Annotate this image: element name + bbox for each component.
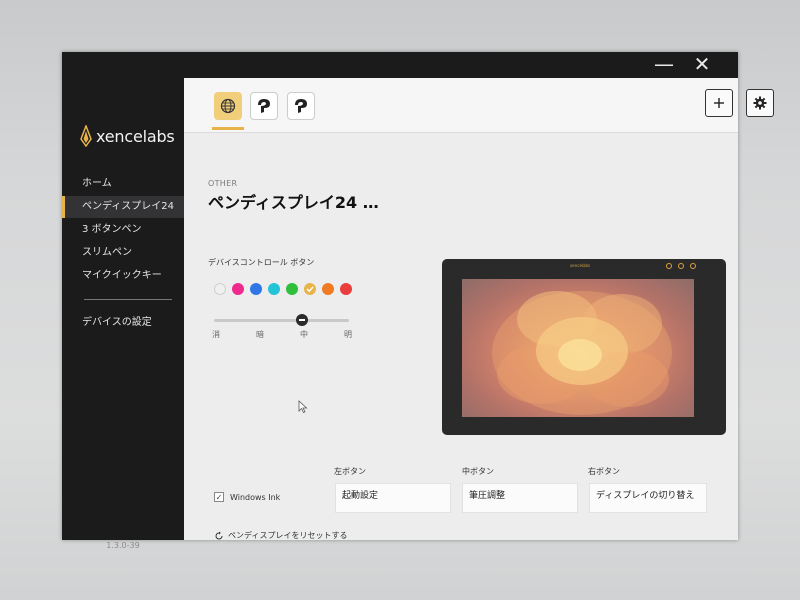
title-bar: — ✕ [62, 52, 738, 78]
app-tab-clip-studio-2[interactable] [287, 92, 315, 120]
pen-display-preview: xencelabs [442, 259, 726, 435]
left-button-label: 左ボタン [334, 467, 366, 476]
clip-studio-icon [295, 99, 307, 113]
middle-button-label: 中ボタン [462, 467, 494, 476]
sidebar-divider [84, 299, 172, 300]
windows-ink-label: Windows Ink [230, 493, 281, 502]
active-tab-indicator [212, 127, 244, 130]
app-window: — ✕ xencelabs ホーム ペンディスプレイ24 3 ボタンペン スリム… [62, 52, 774, 550]
reset-label: ペンディスプレイをリセットする [228, 531, 348, 540]
close-button[interactable]: ✕ [684, 52, 720, 78]
sidebar-item-slim-pen[interactable]: スリムペン [62, 242, 184, 264]
brightness-label-off: 消 [212, 330, 220, 339]
sidebar: xencelabs ホーム ペンディスプレイ24 3 ボタンペン スリムペン マ… [62, 78, 184, 550]
brightness-label-dim: 暗 [256, 330, 264, 339]
page-title: ペンディスプレイ24 … [208, 193, 379, 212]
color-swatch-white[interactable] [214, 283, 226, 295]
color-swatch-magenta[interactable] [232, 283, 244, 295]
sidebar-item-quick-keys[interactable]: マイクイックキー [62, 265, 184, 287]
color-swatch-cyan[interactable] [268, 283, 280, 295]
color-swatch-blue[interactable] [250, 283, 262, 295]
globe-icon [220, 98, 236, 114]
settings-button[interactable] [746, 89, 774, 117]
reset-icon [215, 531, 223, 539]
right-button-label: 右ボタン [588, 467, 620, 476]
tablet-button-left[interactable] [666, 263, 672, 269]
sidebar-item-pen-display-24[interactable]: ペンディスプレイ24 [62, 196, 184, 218]
mouse-cursor-icon [298, 400, 308, 414]
reset-pen-display-link[interactable]: ペンディスプレイをリセットする [214, 530, 347, 541]
tablet-button-right[interactable] [690, 263, 696, 269]
breadcrumb: OTHER [208, 179, 238, 188]
brightness-slider-thumb[interactable] [296, 314, 308, 326]
main-content: OTHER ペンディスプレイ24 … デバイスコントロール ボタン 消 暗 中 … [184, 78, 774, 541]
color-swatch-green[interactable] [286, 283, 298, 295]
tablet-brand-label: xencelabs [570, 263, 591, 268]
right-button-setting[interactable]: ディスプレイの切り替え [589, 483, 707, 513]
clip-studio-icon [258, 99, 270, 113]
add-app-button[interactable] [705, 89, 733, 117]
windows-ink-checkbox[interactable]: ✓ [214, 492, 224, 502]
minimize-button[interactable]: — [646, 52, 682, 78]
logo: xencelabs [80, 122, 175, 150]
app-tab-clip-studio-1[interactable] [250, 92, 278, 120]
checkmark-icon [306, 286, 314, 293]
logo-text: xencelabs [96, 126, 175, 146]
sidebar-item-home[interactable]: ホーム [62, 173, 184, 195]
tablet-screen-wallpaper [462, 279, 694, 417]
tablet-button-middle[interactable] [678, 263, 684, 269]
version-label: 1.3.0-39 [106, 541, 140, 550]
gear-icon [753, 96, 767, 110]
brightness-label-bright: 明 [344, 330, 352, 339]
flower-image [492, 291, 672, 415]
plus-icon [714, 98, 724, 108]
color-swatch-red[interactable] [340, 283, 352, 295]
app-toolbar [184, 78, 738, 133]
color-swatch-orange[interactable] [322, 283, 334, 295]
brightness-label-medium: 中 [300, 330, 308, 339]
xencelabs-logo-icon [80, 125, 92, 147]
brightness-slider-track[interactable] [214, 319, 349, 322]
app-tab-global[interactable] [214, 92, 242, 120]
left-button-setting[interactable]: 起動設定 [335, 483, 451, 513]
color-swatch-yellow[interactable] [304, 283, 316, 295]
device-control-label: デバイスコントロール ボタン [208, 258, 315, 267]
middle-button-setting[interactable]: 筆圧調整 [462, 483, 578, 513]
sidebar-item-3-button-pen[interactable]: 3 ボタンペン [62, 219, 184, 241]
sidebar-item-device-settings[interactable]: デバイスの設定 [62, 312, 184, 334]
